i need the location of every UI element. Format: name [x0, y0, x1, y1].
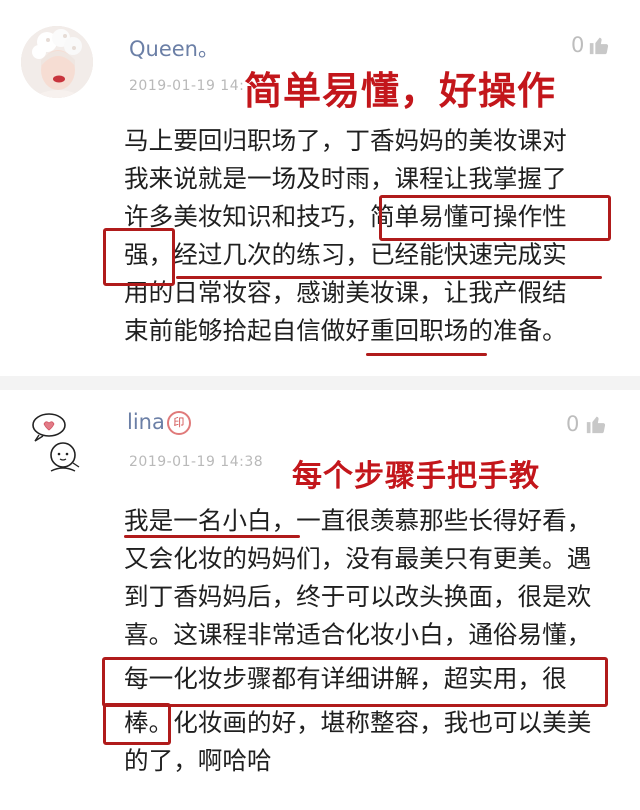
- highlight-underline: [366, 353, 487, 356]
- highlight-underline: [176, 276, 602, 279]
- comment-line: 喜。这课程非常适合化妆小白，通俗易懂，: [124, 620, 592, 649]
- avatar-photo: [21, 26, 93, 98]
- highlight-box: [379, 195, 611, 241]
- highlight-box: [103, 703, 171, 745]
- comment-line: 又会化妆的妈妈们，没有最美只有更美。遇: [124, 544, 592, 573]
- avatar-doodle: [21, 405, 93, 477]
- like-button[interactable]: 0: [566, 412, 607, 436]
- thumbs-up-icon: [590, 37, 609, 55]
- like-button[interactable]: 0: [571, 33, 610, 57]
- highlight-box: [102, 657, 608, 707]
- divider: [0, 376, 640, 390]
- highlight-box: [103, 228, 175, 286]
- username-text: lina: [127, 410, 165, 434]
- highlight-underline: [124, 535, 300, 538]
- comment-date: 2019-01-19 14:: [129, 78, 245, 94]
- annotation-headline: 简单易懂，好操作: [244, 69, 557, 113]
- annotation-headline: 每个步骤手把手教: [292, 459, 540, 494]
- avatar[interactable]: [21, 405, 93, 477]
- comment-line: 的了，啊哈哈: [124, 746, 272, 775]
- like-count: 0: [566, 412, 580, 436]
- comment-line: 强，经过几次的练习，已经能快速完成实: [124, 240, 567, 269]
- comment-date: 2019-01-19 14:38: [129, 454, 264, 470]
- comment-line: 棒。化妆画的好，堪称整容，我也可以美美: [124, 708, 592, 737]
- username[interactable]: lina 印: [127, 410, 191, 435]
- comment-line: 我来说就是一场及时雨，课程让我掌握了: [124, 164, 567, 193]
- thumbs-up-icon: [587, 416, 606, 434]
- avatar[interactable]: [21, 26, 93, 98]
- like-count: 0: [571, 33, 585, 57]
- name-seal-icon: 印: [166, 411, 191, 435]
- username[interactable]: Queen。: [129, 33, 219, 63]
- comment-line: 束前能够拾起自信做好重回职场的准备。: [124, 316, 567, 345]
- comment-line: 用的日常妆容，感谢美妆课，让我产假结: [124, 278, 567, 307]
- comment-line: 到丁香妈妈后，终于可以改头换面，很是欢: [124, 582, 592, 611]
- comment-line: 马上要回归职场了，丁香妈妈的美妆课对: [124, 126, 567, 155]
